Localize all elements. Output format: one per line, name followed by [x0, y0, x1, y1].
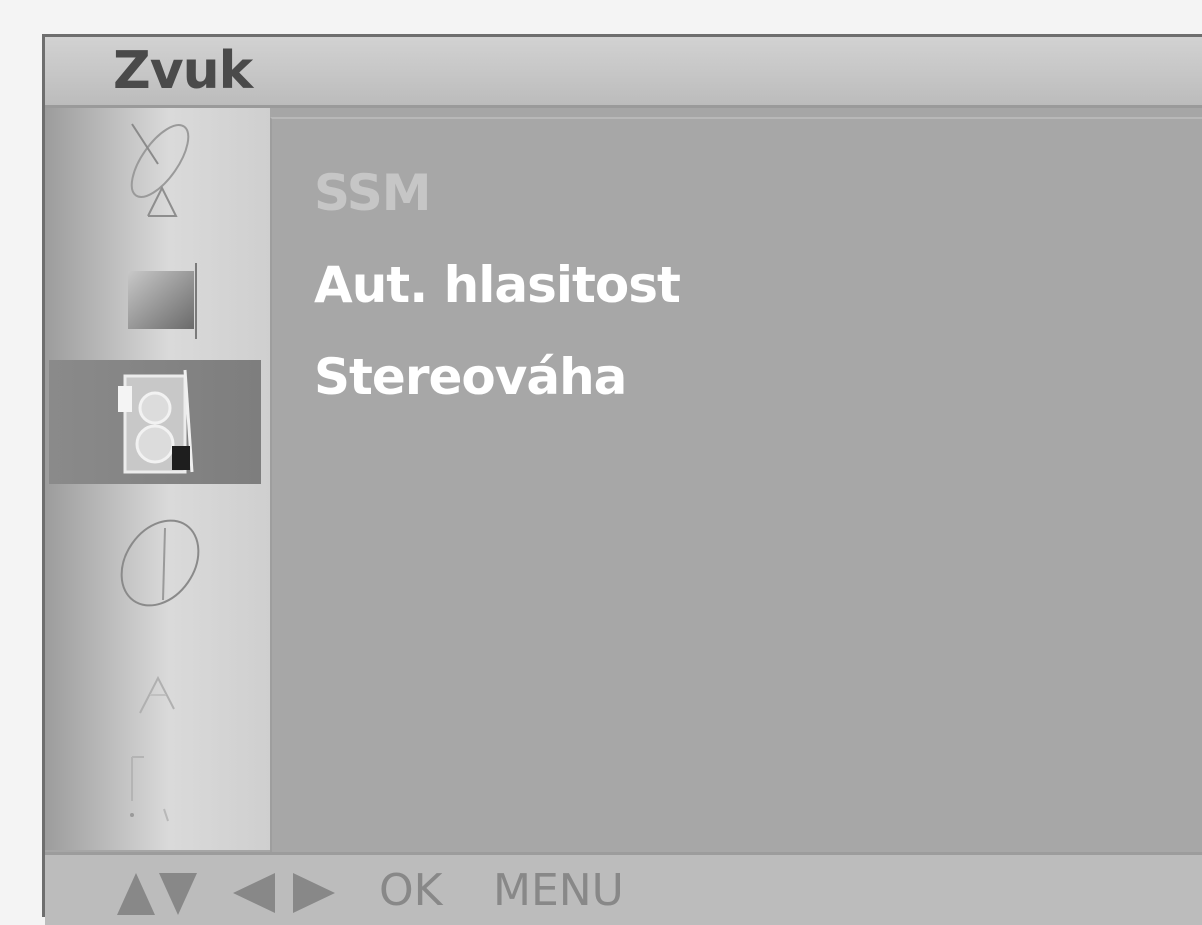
sidebar-item-picture[interactable] [95, 248, 225, 358]
navigation-hint-bar: OK MENU [45, 852, 1202, 925]
left-right-arrows-icon [231, 869, 341, 917]
sidebar-item-time[interactable] [95, 508, 225, 618]
sidebar-item-option[interactable] [95, 628, 225, 738]
menu-item-auto-volume[interactable]: Aut. hlasitost [314, 255, 681, 315]
title-bar: Zvuk [45, 37, 1202, 108]
up-down-arrows-icon [115, 869, 199, 917]
clock-icon [120, 519, 200, 607]
ok-hint-label: OK [379, 865, 443, 916]
option-icon [139, 675, 175, 714]
picture-icon [128, 263, 197, 339]
sidebar-item-screen[interactable] [95, 738, 225, 848]
menu-hint-label: MENU [493, 865, 624, 916]
menu-title: Zvuk [113, 41, 253, 101]
menu-item-balance[interactable]: Stereováha [314, 347, 627, 407]
menu-content-panel: SSM Aut. hlasitost Stereováha [270, 117, 1202, 854]
sidebar-item-station[interactable] [95, 116, 225, 226]
screen-icon [130, 756, 169, 822]
satellite-dish-icon [130, 123, 190, 217]
menu-item-ssm[interactable]: SSM [314, 163, 432, 223]
category-sidebar [45, 108, 270, 850]
sidebar-item-sound[interactable] [49, 360, 261, 484]
osd-menu-window: Zvuk SSM Aut. hlasitost Stereováha OK ME… [42, 34, 1202, 925]
speaker-icon [118, 369, 194, 474]
